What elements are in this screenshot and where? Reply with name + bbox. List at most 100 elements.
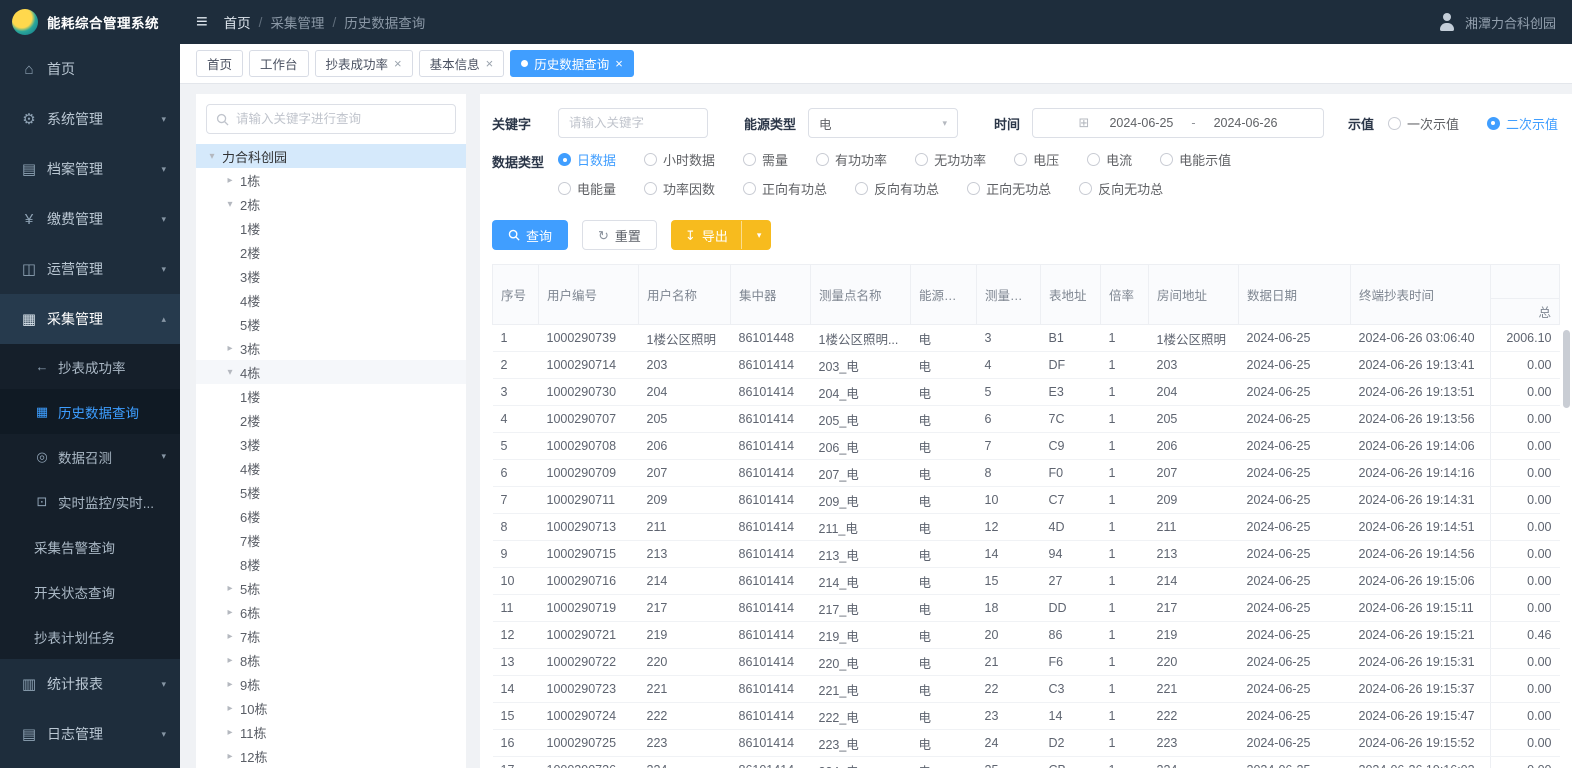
radio-primary-reading[interactable]: 一次示值 bbox=[1388, 114, 1459, 133]
table-row[interactable]: 15100029072422286101414222_电电23141222202… bbox=[493, 703, 1560, 730]
sidebar-item-archive-mgmt[interactable]: ▤档案管理▾ bbox=[0, 144, 180, 194]
table-row[interactable]: 14100029072322186101414221_电电22C31221202… bbox=[493, 676, 1560, 703]
chevron-down-icon[interactable]: ▾ bbox=[204, 151, 220, 162]
tab-meter-read-rate[interactable]: 抄表成功率× bbox=[315, 50, 413, 77]
tree-node[interactable]: 1楼 bbox=[196, 384, 466, 408]
radio-current[interactable]: 电流 bbox=[1087, 150, 1132, 169]
table-row[interactable]: 7100029071120986101414209_电电10C712092024… bbox=[493, 487, 1560, 514]
radio-reverse-active-total[interactable]: 反向有功总 bbox=[855, 179, 939, 198]
tree-node[interactable]: ▾4栋 bbox=[196, 360, 466, 384]
sidebar-item-collection-alarm-query[interactable]: 采集告警查询 bbox=[0, 524, 180, 569]
table-row[interactable]: 10100029071621486101414214_电电15271214202… bbox=[493, 568, 1560, 595]
table-row[interactable]: 4100029070720586101414205_电电67C12052024-… bbox=[493, 406, 1560, 433]
keyword-input[interactable] bbox=[558, 108, 708, 138]
tree-node[interactable]: ▸12栋 bbox=[196, 744, 466, 768]
sidebar-item-collection-mgmt[interactable]: ▦采集管理▴ bbox=[0, 294, 180, 344]
close-icon[interactable]: × bbox=[615, 57, 623, 70]
tree-node[interactable]: 8楼 bbox=[196, 552, 466, 576]
breadcrumb-item[interactable]: 采集管理 bbox=[270, 12, 324, 32]
sidebar-item-home[interactable]: ⌂首页 bbox=[0, 44, 180, 94]
vertical-scrollbar[interactable] bbox=[1563, 330, 1570, 408]
sidebar-item-stats-report[interactable]: ▥统计报表▾ bbox=[0, 659, 180, 709]
tree-node[interactable]: 1楼 bbox=[196, 216, 466, 240]
table-row[interactable]: 13100029072222086101414220_电电21F61220202… bbox=[493, 649, 1560, 676]
chevron-down-icon[interactable]: ▾ bbox=[222, 199, 238, 210]
table-row[interactable]: 17100029072622486101414224_电电25CB1224202… bbox=[493, 757, 1560, 768]
tree-node[interactable]: ▸7栋 bbox=[196, 624, 466, 648]
tree-node[interactable]: ▸6栋 bbox=[196, 600, 466, 624]
tab-workbench[interactable]: 工作台 bbox=[249, 50, 309, 77]
tree-node[interactable]: 7楼 bbox=[196, 528, 466, 552]
query-button[interactable]: 查询 bbox=[492, 220, 568, 250]
tree-node[interactable]: 5楼 bbox=[196, 480, 466, 504]
radio-day-data[interactable]: 日数据 bbox=[558, 150, 616, 169]
tree-node[interactable]: ▸9栋 bbox=[196, 672, 466, 696]
chevron-right-icon[interactable]: ▸ bbox=[222, 727, 238, 738]
chevron-right-icon[interactable]: ▸ bbox=[222, 607, 238, 618]
sidebar-item-data-recall[interactable]: ◎数据召测▾ bbox=[0, 434, 180, 479]
chevron-right-icon[interactable]: ▸ bbox=[222, 703, 238, 714]
tree-node[interactable]: 2楼 bbox=[196, 240, 466, 264]
table-row[interactable]: 110002907391楼公区照明861014481楼公区照明...电3B111… bbox=[493, 325, 1560, 352]
chevron-right-icon[interactable]: ▸ bbox=[222, 631, 238, 642]
chevron-down-icon[interactable]: ▾ bbox=[222, 367, 238, 378]
table-row[interactable]: 9100029071521386101414213_电电149412132024… bbox=[493, 541, 1560, 568]
export-dropdown-caret[interactable]: ▾ bbox=[748, 221, 771, 249]
sidebar-item-meter-read-rate[interactable]: ←抄表成功率 bbox=[0, 344, 180, 389]
tree-node[interactable]: ▸1栋 bbox=[196, 168, 466, 192]
tab-home[interactable]: 首页 bbox=[196, 50, 243, 77]
sidebar-item-switch-status-query[interactable]: 开关状态查询 bbox=[0, 569, 180, 614]
radio-demand[interactable]: 需量 bbox=[743, 150, 788, 169]
chevron-right-icon[interactable]: ▸ bbox=[222, 343, 238, 354]
table-row[interactable]: 3100029073020486101414204_电电5E312042024-… bbox=[493, 379, 1560, 406]
tree-node[interactable]: 2楼 bbox=[196, 408, 466, 432]
sidebar-item-realtime-monitor[interactable]: ⊡实时监控/实时... bbox=[0, 479, 180, 524]
breadcrumb-item[interactable]: 历史数据查询 bbox=[344, 12, 425, 32]
tree-node[interactable]: ▸8栋 bbox=[196, 648, 466, 672]
close-icon[interactable]: × bbox=[394, 57, 402, 70]
tree-node[interactable]: 6楼 bbox=[196, 504, 466, 528]
tree-node[interactable]: ▾力合科创园 bbox=[196, 144, 466, 168]
date-range-picker[interactable]: ⊞ 2024-06-25 - 2024-06-26 bbox=[1032, 108, 1324, 138]
user-name[interactable]: 湘潭力合科创园 bbox=[1465, 13, 1556, 32]
radio-hour-data[interactable]: 小时数据 bbox=[644, 150, 715, 169]
tree-node[interactable]: 4楼 bbox=[196, 456, 466, 480]
sidebar-item-log-mgmt[interactable]: ▤日志管理▾ bbox=[0, 709, 180, 759]
table-row[interactable]: 8100029071321186101414211_电电124D12112024… bbox=[493, 514, 1560, 541]
chevron-right-icon[interactable]: ▸ bbox=[222, 679, 238, 690]
table-row[interactable]: 5100029070820686101414206_电电7C912062024-… bbox=[493, 433, 1560, 460]
radio-active-power[interactable]: 有功功率 bbox=[816, 150, 887, 169]
menu-collapse-icon[interactable]: ≡ bbox=[196, 12, 208, 32]
radio-reverse-reactive-total[interactable]: 反向无功总 bbox=[1079, 179, 1163, 198]
tab-history-data-query[interactable]: 历史数据查询× bbox=[510, 50, 634, 77]
table-row[interactable]: 12100029072121986101414219_电电20861219202… bbox=[493, 622, 1560, 649]
table-row[interactable]: 6100029070920786101414207_电电8F012072024-… bbox=[493, 460, 1560, 487]
tree-node[interactable]: ▸3栋 bbox=[196, 336, 466, 360]
radio-forward-reactive-total[interactable]: 正向无功总 bbox=[967, 179, 1051, 198]
date-start-value[interactable]: 2024-06-25 bbox=[1109, 116, 1173, 130]
chevron-right-icon[interactable]: ▸ bbox=[222, 751, 238, 762]
tree-node[interactable]: ▸11栋 bbox=[196, 720, 466, 744]
radio-voltage[interactable]: 电压 bbox=[1014, 150, 1059, 169]
energy-type-select[interactable]: 电 ▾ bbox=[808, 108, 958, 138]
table-row[interactable]: 2100029071420386101414203_电电4DF12032024-… bbox=[493, 352, 1560, 379]
tree-node[interactable]: 3楼 bbox=[196, 264, 466, 288]
tree-node[interactable]: 3楼 bbox=[196, 432, 466, 456]
table-row[interactable]: 16100029072522386101414223_电电24D21223202… bbox=[493, 730, 1560, 757]
chevron-right-icon[interactable]: ▸ bbox=[222, 583, 238, 594]
sidebar-item-system-mgmt[interactable]: ⚙系统管理▾ bbox=[0, 94, 180, 144]
sidebar-item-payment-mgmt[interactable]: ¥缴费管理▾ bbox=[0, 194, 180, 244]
user-avatar-icon[interactable] bbox=[1437, 12, 1457, 32]
radio-forward-active-total[interactable]: 正向有功总 bbox=[743, 179, 827, 198]
tree-node[interactable]: ▸5栋 bbox=[196, 576, 466, 600]
radio-secondary-reading[interactable]: 二次示值 bbox=[1487, 114, 1558, 133]
export-button[interactable]: ↧ 导出 bbox=[672, 221, 742, 249]
tab-basic-info[interactable]: 基本信息× bbox=[419, 50, 505, 77]
breadcrumb-item[interactable]: 首页 bbox=[224, 12, 251, 32]
table-row[interactable]: 11100029071921786101414217_电电18DD1217202… bbox=[493, 595, 1560, 622]
tree-node[interactable]: 5楼 bbox=[196, 312, 466, 336]
sidebar-item-meter-read-plan[interactable]: 抄表计划任务 bbox=[0, 614, 180, 659]
tree-node[interactable]: ▾2栋 bbox=[196, 192, 466, 216]
sidebar-item-history-data-query[interactable]: ▦历史数据查询 bbox=[0, 389, 180, 434]
close-icon[interactable]: × bbox=[486, 57, 494, 70]
